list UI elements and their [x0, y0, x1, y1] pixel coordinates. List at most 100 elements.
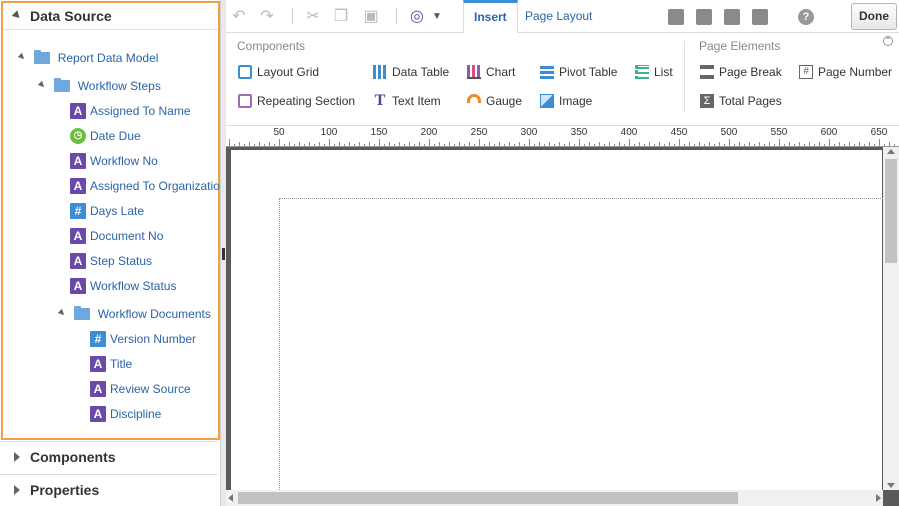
ruler-label: 200 [420, 127, 438, 138]
new-file-icon[interactable] [668, 9, 684, 25]
ruler-tick [479, 139, 480, 146]
ruler-tick [299, 142, 300, 146]
expand-triangle-icon[interactable] [37, 80, 47, 90]
tree-node-workflow-steps[interactable]: Workflow Steps [37, 75, 161, 95]
ruler-tick [779, 139, 780, 146]
tree-field[interactable]: ◷ Date Due [70, 125, 141, 145]
properties-section[interactable]: Properties [0, 474, 218, 504]
page-elements-group-title: Page Elements [699, 39, 781, 53]
ruler-tick [759, 142, 760, 146]
ruler-tick [724, 144, 725, 146]
ruler-tick [599, 142, 600, 146]
done-button[interactable]: Done [851, 3, 897, 30]
ruler-tick [539, 142, 540, 146]
ruler-tick [769, 142, 770, 146]
tree-field[interactable]: A Discipline [90, 403, 161, 423]
open-folder-icon[interactable] [696, 9, 712, 25]
list-button[interactable]: List [635, 63, 673, 81]
horizontal-scrollbar[interactable] [226, 490, 883, 506]
ruler-tick [269, 142, 270, 146]
expand-arrow-icon[interactable] [14, 485, 20, 495]
ruler-tick [314, 144, 315, 146]
layout-grid-icon [238, 64, 252, 79]
components-section[interactable]: Components [0, 441, 218, 471]
tree-field[interactable]: A Title [90, 353, 132, 373]
vertical-scroll-thumb[interactable] [885, 159, 897, 263]
cut-icon[interactable]: ✂ [304, 8, 322, 26]
tree-field[interactable]: A Workflow Status [70, 275, 176, 295]
scroll-up-icon[interactable] [887, 149, 895, 154]
page-number-button[interactable]: # Page Number [799, 63, 892, 81]
ruler-tick [809, 142, 810, 146]
repeating-section-button[interactable]: Repeating Section [238, 92, 355, 110]
chevron-down-icon[interactable]: ▼ [428, 8, 446, 26]
gauge-button[interactable]: Gauge [467, 92, 522, 110]
collapse-triangle-icon[interactable] [11, 10, 23, 21]
tree-field[interactable]: A Document No [70, 225, 163, 245]
tree-field[interactable]: A Review Source [90, 378, 191, 398]
ruler-tick [589, 142, 590, 146]
ruler-tick [484, 144, 485, 146]
tree-field[interactable]: A Step Status [70, 250, 152, 270]
chart-button[interactable]: Chart [467, 63, 515, 81]
ruler-tick [289, 142, 290, 146]
paste-icon[interactable]: ▣ [362, 8, 380, 26]
insert-ribbon: Components Page Elements ⌃ Layout Grid D… [226, 33, 899, 125]
ruler-tick [729, 139, 730, 146]
layout-grid-button[interactable]: Layout Grid [238, 63, 319, 81]
number-field-icon: # [70, 202, 86, 219]
pivot-table-button[interactable]: Pivot Table [540, 63, 617, 81]
scroll-left-icon[interactable] [228, 494, 233, 502]
ruler-tick [784, 144, 785, 146]
scroll-right-icon[interactable] [876, 494, 881, 502]
tree-field[interactable]: # Days Late [70, 200, 144, 220]
tab-page-layout[interactable]: Page Layout [515, 0, 602, 33]
report-page[interactable] [231, 150, 899, 506]
ruler-label: 500 [720, 127, 738, 138]
ruler-tick [704, 144, 705, 146]
ruler-tick [414, 144, 415, 146]
preview-icon[interactable]: ◎ [408, 8, 426, 26]
scroll-down-icon[interactable] [887, 483, 895, 488]
tree-node-report-data-model[interactable]: Report Data Model [17, 47, 158, 67]
collapse-ribbon-icon[interactable]: ⌃ [883, 36, 893, 46]
ruler-tick [604, 144, 605, 146]
save-as-icon[interactable] [752, 9, 768, 25]
tree-field[interactable]: A Assigned To Organizatio [70, 175, 220, 195]
ruler-tick [879, 139, 880, 146]
vertical-scrollbar[interactable] [883, 147, 899, 490]
tree-field[interactable]: # Version Number [90, 328, 196, 348]
expand-triangle-icon[interactable] [17, 52, 27, 62]
total-pages-button[interactable]: Σ Total Pages [700, 92, 782, 110]
tree-field-label: Review Source [110, 381, 191, 396]
text-item-icon: T [374, 91, 386, 109]
expand-arrow-icon[interactable] [14, 452, 20, 462]
ruler-tick [714, 144, 715, 146]
undo-icon[interactable]: ↶ [230, 8, 248, 26]
ruler-tick [854, 144, 855, 146]
page-break-label: Page Break [719, 65, 782, 79]
tree-field-label: Assigned To Name [90, 103, 191, 118]
save-icon[interactable] [724, 9, 740, 25]
splitter-grip[interactable] [222, 248, 225, 260]
image-button[interactable]: Image [540, 92, 592, 110]
data-source-header[interactable]: Data Source [3, 3, 218, 30]
image-icon [540, 93, 554, 108]
page-break-button[interactable]: Page Break [700, 63, 782, 81]
tree-field[interactable]: A Workflow No [70, 150, 158, 170]
text-item-button[interactable]: T Text Item [373, 92, 441, 110]
ruler-tick [419, 142, 420, 146]
ruler-tick [864, 144, 865, 146]
data-table-button[interactable]: Data Table [373, 63, 449, 81]
copy-icon[interactable]: ❐ [332, 8, 350, 26]
redo-icon[interactable]: ↷ [258, 8, 276, 26]
tree-field[interactable]: A Assigned To Name [70, 100, 191, 120]
chart-icon [467, 64, 481, 79]
total-pages-label: Total Pages [719, 94, 782, 108]
expand-triangle-icon[interactable] [57, 308, 67, 318]
ruler-tick [684, 144, 685, 146]
tab-insert[interactable]: Insert [463, 0, 518, 34]
tree-node-workflow-documents[interactable]: Workflow Documents [57, 303, 211, 323]
horizontal-scroll-thumb[interactable] [238, 492, 738, 504]
help-icon[interactable]: ? [798, 9, 814, 25]
